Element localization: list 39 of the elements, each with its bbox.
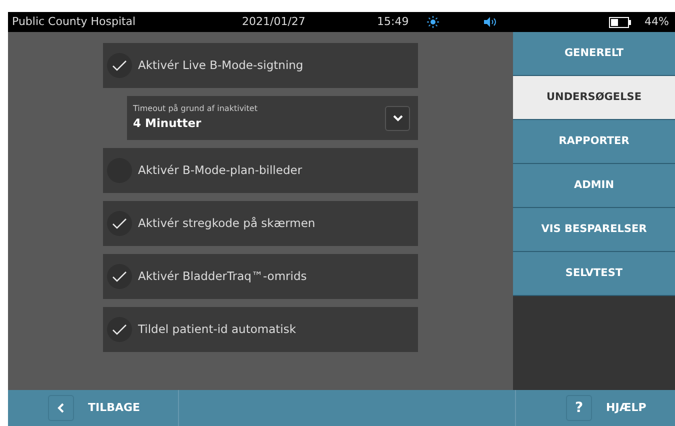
chevron-down-icon [392,114,402,122]
setting-row[interactable]: Tildel patient-id automatisk [103,307,418,352]
checkbox[interactable] [107,317,132,342]
setting-row[interactable]: Aktivér BladderTraq™-omrids [103,254,418,299]
speaker-icon[interactable] [483,17,497,27]
setting-label: Tildel patient-id automatisk [138,320,296,338]
settings-tab[interactable]: UNDERSØGELSE [513,76,675,120]
checkmark-icon [112,324,127,335]
setting-row[interactable]: Aktivér B-Mode-plan-billeder [103,148,418,193]
dropdown-value: 4 Minutter [133,115,202,132]
setting-label: Aktivér stregkode på skærmen [138,214,316,232]
checkmark-icon [112,60,127,71]
setting-row[interactable]: Aktivér stregkode på skærmen [103,201,418,246]
chevron-left-icon [57,403,65,413]
dropdown-caption: Timeout på grund af inaktivitet [133,103,258,116]
checkbox[interactable] [107,53,132,78]
setting-label: Aktivér BladderTraq™-omrids [138,268,307,285]
settings-tab[interactable]: VIS BESPARELSER [513,208,675,252]
setting-label: Aktivér B-Mode-plan-billeder [138,162,302,179]
settings-tab[interactable]: SELVTEST [513,252,675,296]
battery-icon [608,16,631,28]
timeout-dropdown[interactable]: Timeout på grund af inaktivitet 4 Minutter [127,96,418,140]
brightness-icon[interactable] [427,16,439,28]
checkbox[interactable] [107,211,132,236]
help-button[interactable]: ? HJÆLP [566,395,646,421]
time: 15:49 [377,14,410,30]
battery-percentage: 44% [644,14,669,30]
dropdown-toggle[interactable] [385,106,410,130]
date: 2021/01/27 [242,14,306,30]
setting-label: Aktivér Live B-Mode-sigtning [138,56,304,74]
facility-name: Public County Hospital [12,14,137,30]
back-button[interactable]: TILBAGE [48,395,140,421]
checkmark-icon [112,218,127,229]
settings-tab[interactable]: GENERELT [513,32,675,76]
setting-row[interactable]: Aktivér Live B-Mode-sigtning [103,43,418,88]
settings-tab[interactable]: RAPPORTER [513,120,675,164]
checkmark-icon [112,271,127,282]
settings-tab[interactable]: ADMIN [513,164,675,208]
checkbox[interactable] [107,264,132,289]
